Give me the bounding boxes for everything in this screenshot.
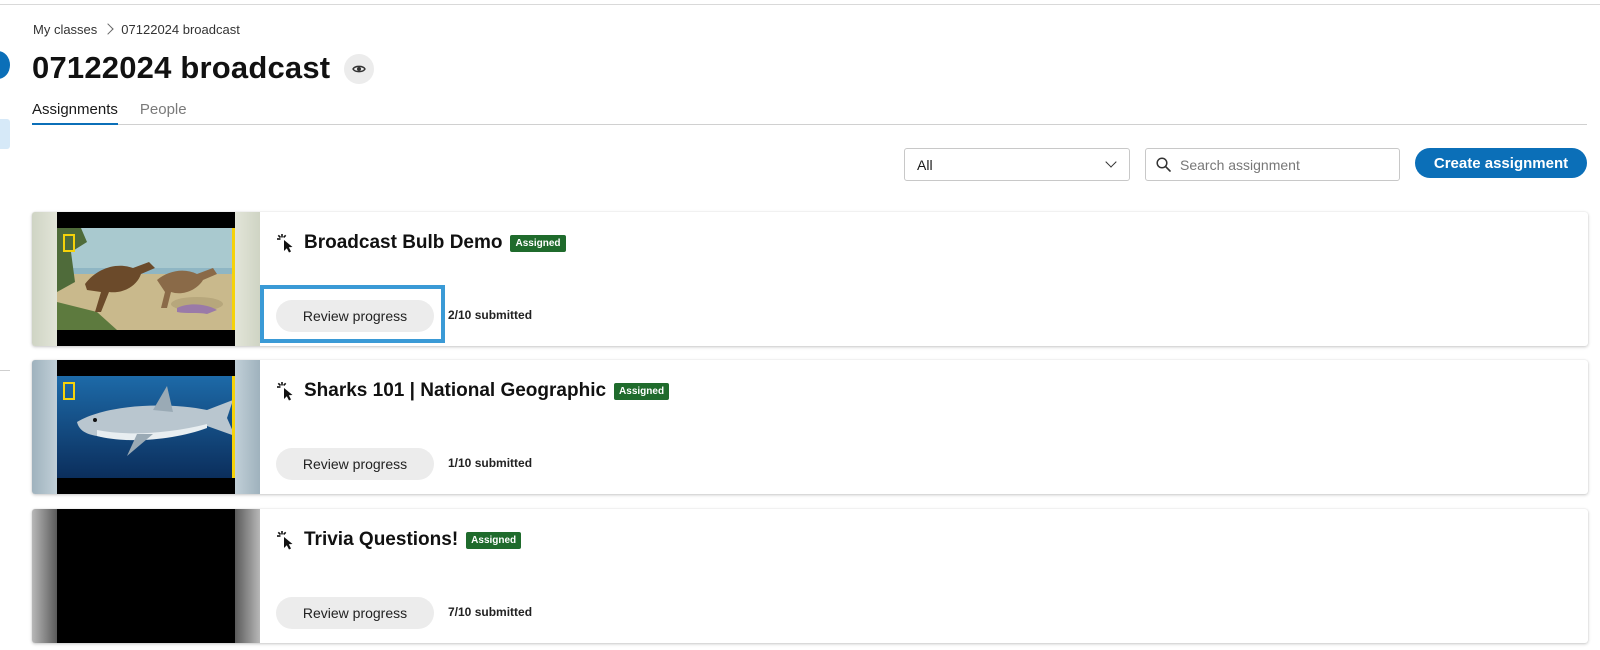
assignment-title[interactable]: Trivia Questions!	[304, 529, 458, 551]
tab-people[interactable]: People	[140, 101, 187, 125]
sidebar-avatar-fragment[interactable]	[0, 51, 10, 79]
search-input[interactable]	[1180, 156, 1390, 173]
status-badge: Assigned	[466, 531, 522, 549]
review-progress-button[interactable]: Review progress	[276, 300, 434, 332]
class-tabs: Assignments People	[32, 101, 1587, 125]
assignment-title[interactable]: Broadcast Bulb Demo	[304, 232, 502, 254]
submitted-count: 1/10 submitted	[448, 456, 533, 470]
assignment-title-row: Broadcast Bulb Demo Assigned	[276, 232, 566, 254]
tab-assignments[interactable]: Assignments	[32, 101, 118, 125]
assignment-card[interactable]: Broadcast Bulb Demo Assigned Review prog…	[32, 212, 1588, 346]
chevron-down-icon	[1105, 156, 1117, 168]
search-icon	[1156, 157, 1171, 172]
page-title: 07122024 broadcast	[32, 50, 331, 85]
assignment-card[interactable]: Trivia Questions! Assigned Review progre…	[32, 509, 1588, 643]
review-progress-button[interactable]: Review progress	[276, 448, 434, 480]
cursor-click-icon	[277, 531, 293, 550]
submitted-count: 2/10 submitted	[448, 308, 533, 322]
submitted-count: 7/10 submitted	[448, 605, 533, 619]
assignment-thumbnail	[32, 509, 260, 643]
assignment-title[interactable]: Sharks 101 | National Geographic	[304, 380, 606, 402]
brand-stripe	[232, 376, 235, 478]
eye-icon	[352, 65, 366, 73]
national-geographic-logo	[63, 382, 75, 400]
brand-stripe	[232, 228, 235, 330]
filter-selected-value: All	[917, 156, 933, 173]
breadcrumb: My classes 07122024 broadcast	[33, 21, 240, 37]
blank-video-image	[57, 509, 235, 643]
dinosaurs-image	[57, 212, 235, 346]
breadcrumb-my-classes[interactable]: My classes	[33, 22, 97, 37]
visibility-button[interactable]	[344, 54, 374, 84]
search-box[interactable]	[1145, 148, 1400, 181]
assignment-title-row: Trivia Questions! Assigned	[276, 529, 522, 551]
shark-image	[57, 360, 235, 494]
create-assignment-button[interactable]: Create assignment	[1415, 148, 1587, 178]
status-badge: Assigned	[510, 234, 566, 252]
assignment-thumbnail	[32, 212, 260, 346]
assignment-card[interactable]: Sharks 101 | National Geographic Assigne…	[32, 360, 1588, 494]
assignment-filter-select[interactable]: All	[904, 148, 1130, 181]
breadcrumb-current: 07122024 broadcast	[121, 21, 240, 37]
review-progress-button[interactable]: Review progress	[276, 597, 434, 629]
status-badge: Assigned	[614, 382, 670, 400]
assignment-title-row: Sharks 101 | National Geographic Assigne…	[276, 380, 670, 402]
top-divider	[0, 4, 1600, 5]
national-geographic-logo	[63, 234, 75, 252]
sidebar-active-item-fragment[interactable]	[0, 119, 10, 149]
sidebar-divider-fragment	[0, 370, 10, 371]
chevron-right-icon	[97, 21, 121, 37]
assignment-thumbnail	[32, 360, 260, 494]
cursor-click-icon	[277, 234, 293, 253]
cursor-click-icon	[277, 382, 293, 401]
